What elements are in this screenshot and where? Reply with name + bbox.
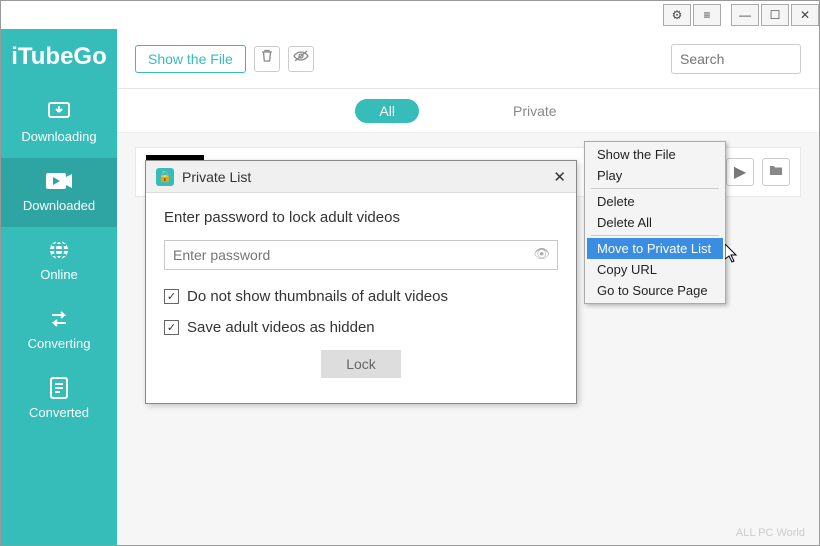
menu-divider bbox=[591, 188, 719, 189]
document-check-icon bbox=[1, 375, 117, 401]
eye-off-icon bbox=[293, 49, 309, 68]
sidebar-item-label: Converting bbox=[1, 336, 117, 351]
sidebar-item-online[interactable]: Online bbox=[1, 227, 117, 296]
lock-icon: 🔒 bbox=[156, 168, 174, 186]
password-input[interactable] bbox=[164, 240, 558, 270]
close-window-button[interactable]: ✕ bbox=[791, 4, 819, 26]
menu-item-delete-all[interactable]: Delete All bbox=[587, 212, 723, 233]
tab-private[interactable]: Private bbox=[489, 99, 581, 123]
toolbar: Show the File bbox=[117, 29, 819, 89]
folder-icon bbox=[769, 163, 783, 181]
menu-divider bbox=[591, 235, 719, 236]
hide-thumbnail-button[interactable] bbox=[288, 46, 314, 72]
min-icon: — bbox=[739, 8, 751, 22]
checkbox-label: Do not show thumbnails of adult videos bbox=[187, 288, 448, 305]
dialog-titlebar: 🔒 Private List ✕ bbox=[146, 161, 576, 193]
play-button[interactable]: ▶ bbox=[726, 158, 754, 186]
checkbox-label: Save adult videos as hidden bbox=[187, 319, 375, 336]
play-icon: ▶ bbox=[734, 162, 746, 182]
globe-icon bbox=[1, 237, 117, 263]
sidebar-item-downloaded[interactable]: Downloaded bbox=[1, 158, 117, 227]
menu-item-source-page[interactable]: Go to Source Page bbox=[587, 280, 723, 301]
close-icon: ✕ bbox=[800, 8, 810, 22]
sidebar: iTubeGo Downloading Downloaded Online Co… bbox=[1, 29, 117, 545]
lock-button[interactable]: Lock bbox=[321, 350, 401, 378]
checkbox-icon: ✓ bbox=[164, 289, 179, 304]
context-menu: Show the File Play Delete Delete All Mov… bbox=[584, 141, 726, 304]
minimize-button[interactable]: — bbox=[731, 4, 759, 26]
dialog-title-text: Private List bbox=[182, 169, 251, 185]
private-list-dialog: 🔒 Private List ✕ Enter password to lock … bbox=[145, 160, 577, 404]
tab-all[interactable]: All bbox=[355, 99, 419, 123]
watermark: ALL PC World bbox=[736, 527, 805, 539]
tab-bar: All Private bbox=[117, 89, 819, 133]
show-file-button[interactable]: Show the File bbox=[135, 45, 246, 73]
sidebar-item-converting[interactable]: Converting bbox=[1, 296, 117, 365]
gear-icon: ⚙ bbox=[672, 8, 683, 22]
toggle-visibility-button[interactable]: 👁 bbox=[533, 246, 550, 262]
settings-button[interactable]: ⚙ bbox=[663, 4, 691, 26]
menu-item-copy-url[interactable]: Copy URL bbox=[587, 259, 723, 280]
delete-button[interactable] bbox=[254, 46, 280, 72]
download-arrow-icon bbox=[1, 99, 117, 125]
sidebar-item-label: Downloaded bbox=[1, 198, 117, 213]
eye-icon: 👁 bbox=[533, 246, 550, 261]
sidebar-item-label: Converted bbox=[1, 405, 117, 420]
sidebar-item-converted[interactable]: Converted bbox=[1, 365, 117, 434]
menu-item-play[interactable]: Play bbox=[587, 165, 723, 186]
menu-item-delete[interactable]: Delete bbox=[587, 191, 723, 212]
search-input[interactable] bbox=[671, 44, 801, 74]
convert-icon bbox=[1, 306, 117, 332]
dialog-close-button[interactable]: ✕ bbox=[553, 168, 566, 186]
sidebar-item-downloading[interactable]: Downloading bbox=[1, 89, 117, 158]
checkbox-hide-thumbnails[interactable]: ✓ Do not show thumbnails of adult videos bbox=[164, 288, 558, 305]
sidebar-item-label: Online bbox=[1, 267, 117, 282]
sidebar-item-label: Downloading bbox=[1, 129, 117, 144]
open-folder-button[interactable] bbox=[762, 158, 790, 186]
menu-item-move-private[interactable]: Move to Private List bbox=[587, 238, 723, 259]
checkbox-save-hidden[interactable]: ✓ Save adult videos as hidden bbox=[164, 319, 558, 336]
trash-icon bbox=[260, 49, 274, 68]
checkbox-icon: ✓ bbox=[164, 320, 179, 335]
menu-icon: ≡ bbox=[703, 8, 710, 22]
dialog-prompt: Enter password to lock adult videos bbox=[164, 209, 558, 226]
maximize-button[interactable]: ☐ bbox=[761, 4, 789, 26]
video-file-icon bbox=[1, 168, 117, 194]
menu-item-show-file[interactable]: Show the File bbox=[587, 144, 723, 165]
hamburger-menu-button[interactable]: ≡ bbox=[693, 4, 721, 26]
max-icon: ☐ bbox=[770, 8, 781, 22]
app-logo: iTubeGo bbox=[11, 35, 107, 89]
